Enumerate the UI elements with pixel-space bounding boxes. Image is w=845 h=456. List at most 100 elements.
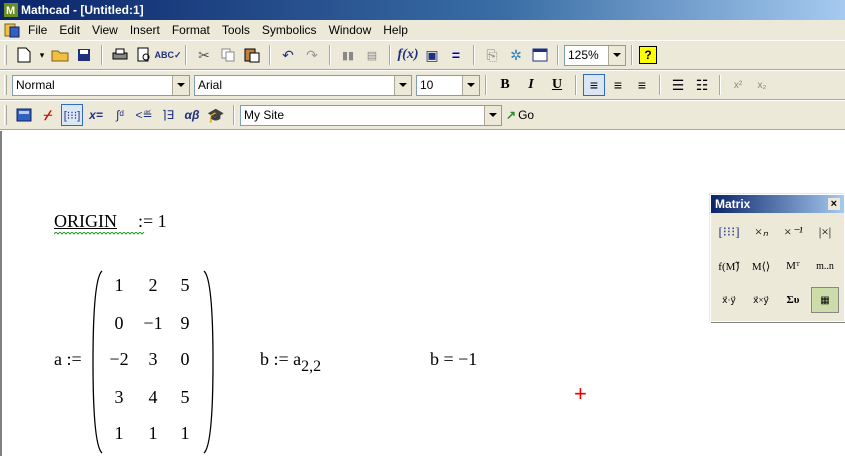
boolean-icon[interactable]: <≝: [133, 104, 155, 126]
toolbar-grip[interactable]: [4, 45, 7, 65]
menu-view[interactable]: View: [86, 21, 124, 39]
go-button[interactable]: ↗ Go: [502, 104, 538, 126]
print-preview-icon[interactable]: [133, 44, 155, 66]
close-icon[interactable]: ×: [827, 198, 840, 210]
picture-icon[interactable]: ▦: [811, 287, 839, 313]
site-select[interactable]: My Site: [240, 104, 502, 126]
align-center-icon[interactable]: ≡: [607, 74, 629, 96]
toolbar-grip[interactable]: [4, 105, 7, 125]
evaluation-icon[interactable]: x=: [85, 104, 107, 126]
insert-function-icon[interactable]: f(x): [397, 44, 419, 66]
redo-icon[interactable]: ↷: [301, 44, 323, 66]
calculate-icon[interactable]: =: [445, 44, 467, 66]
inverse-icon[interactable]: ×⁻¹: [779, 219, 807, 245]
superscript-icon[interactable]: x²: [727, 74, 749, 96]
style-select[interactable]: Normal: [12, 74, 190, 96]
matrix-a-def[interactable]: a :=: [54, 349, 82, 370]
chevron-down-icon[interactable]: [172, 75, 189, 95]
b-evaluation[interactable]: b = −1: [430, 349, 477, 370]
align-right-icon[interactable]: ≡: [631, 74, 653, 96]
menu-file[interactable]: File: [22, 21, 53, 39]
calculator-icon[interactable]: [13, 104, 35, 126]
document-menu-icon[interactable]: [4, 22, 20, 38]
symbolic-icon[interactable]: 🎓: [205, 104, 227, 126]
chevron-down-icon[interactable]: [484, 105, 501, 125]
separator: [329, 45, 331, 65]
chevron-down-icon[interactable]: [394, 75, 411, 95]
calculus-icon[interactable]: ∫ᵈ: [109, 104, 131, 126]
toolbar-grip[interactable]: [4, 75, 7, 95]
vector-sum-icon[interactable]: Συ: [779, 287, 807, 313]
palette-title-bar[interactable]: Matrix ×: [711, 195, 844, 213]
help-icon[interactable]: ?: [639, 46, 657, 64]
go-arrow-icon: ↗: [506, 108, 517, 122]
insert-matrix-icon[interactable]: [⁝⁝⁝]: [715, 219, 743, 245]
determinant-icon[interactable]: |×|: [811, 219, 839, 245]
bullets-icon[interactable]: ☰: [667, 74, 689, 96]
matrix-cell: 9: [180, 313, 190, 333]
numbering-icon[interactable]: ☷: [691, 74, 713, 96]
separator: [659, 75, 661, 95]
separator: [473, 45, 475, 65]
align-down-icon[interactable]: ▤: [361, 44, 383, 66]
menu-symbolics[interactable]: Symbolics: [256, 21, 323, 39]
bold-button[interactable]: B: [494, 74, 516, 96]
copy-icon[interactable]: [217, 44, 239, 66]
align-left-icon[interactable]: ≡: [583, 74, 605, 96]
transpose-icon[interactable]: Mᵀ: [779, 253, 807, 279]
resource-center-icon[interactable]: [529, 44, 551, 66]
spell-check-icon[interactable]: ABC✓: [154, 44, 181, 66]
range-variable-icon[interactable]: m..n: [811, 253, 839, 279]
menu-edit[interactable]: Edit: [53, 21, 86, 39]
matrix-cell: 3: [148, 349, 158, 369]
cut-icon[interactable]: ✂: [193, 44, 215, 66]
font-value: Arial: [198, 78, 223, 92]
menu-tools[interactable]: Tools: [216, 21, 256, 39]
menu-window[interactable]: Window: [323, 21, 378, 39]
chevron-down-icon[interactable]: ▾: [37, 44, 47, 66]
paste-icon[interactable]: [241, 44, 263, 66]
matrix-bracket-right: [203, 270, 214, 454]
chevron-down-icon[interactable]: [608, 45, 625, 65]
insert-component-icon[interactable]: ✲: [505, 44, 527, 66]
undo-icon[interactable]: ↶: [277, 44, 299, 66]
print-icon[interactable]: [109, 44, 131, 66]
origin-assign[interactable]: := 1: [138, 211, 167, 232]
origin-name[interactable]: ORIGIN: [54, 211, 117, 232]
subscript-index-icon[interactable]: ×ₙ: [747, 219, 775, 245]
column-icon[interactable]: M⟨⟩: [747, 253, 775, 279]
zoom-select[interactable]: 125%: [564, 44, 626, 66]
menu-help[interactable]: Help: [377, 21, 414, 39]
insert-unit-icon[interactable]: ▣: [421, 44, 443, 66]
greek-icon[interactable]: αβ: [181, 104, 203, 126]
matrix-a[interactable]: 1 2 5 0 −1 9 −2 3 0 3 4 5 1 1 1: [92, 269, 214, 455]
programming-icon[interactable]: ⌉∃: [157, 104, 179, 126]
underline-button[interactable]: U: [546, 74, 568, 96]
menu-format[interactable]: Format: [166, 21, 216, 39]
dot-product-icon[interactable]: x⃗·y⃗: [715, 287, 743, 313]
align-across-icon[interactable]: ▮▮: [337, 44, 359, 66]
font-size-select[interactable]: 10: [416, 74, 480, 96]
matrix-cell: 0: [180, 349, 190, 369]
new-icon[interactable]: [13, 44, 35, 66]
matrix-palette[interactable]: Matrix × [⁝⁝⁝] ×ₙ ×⁻¹ |×| f(M)⃗ M⟨⟩ Mᵀ m…: [710, 194, 845, 322]
style-value: Normal: [16, 78, 55, 92]
matrix-icon[interactable]: [⁝⁝⁝]: [61, 104, 83, 126]
palette-title: Matrix: [715, 197, 751, 211]
graph-icon[interactable]: ⌿: [37, 104, 59, 126]
font-select[interactable]: Arial: [194, 74, 412, 96]
chevron-down-icon[interactable]: [462, 75, 479, 95]
italic-button[interactable]: I: [520, 74, 542, 96]
cross-product-icon[interactable]: x⃗×y⃗: [747, 287, 775, 313]
b-definition[interactable]: b := a2,2: [260, 349, 321, 376]
subscript-icon[interactable]: x₂: [751, 74, 773, 96]
window-title-bar[interactable]: M Mathcad - [Untitled:1]: [0, 0, 845, 20]
matrix-cell: 1: [180, 423, 190, 443]
insert-hyperlink-icon[interactable]: ⎘: [481, 44, 503, 66]
menu-insert[interactable]: Insert: [124, 21, 166, 39]
open-folder-icon[interactable]: [49, 44, 71, 66]
save-icon[interactable]: [73, 44, 95, 66]
formatting-toolbar: Normal Arial 10 B I U ≡ ≡ ≡ ☰ ☷ x² x₂: [0, 70, 845, 100]
vectorize-icon[interactable]: f(M)⃗: [715, 253, 743, 279]
svg-text:M: M: [6, 5, 15, 17]
